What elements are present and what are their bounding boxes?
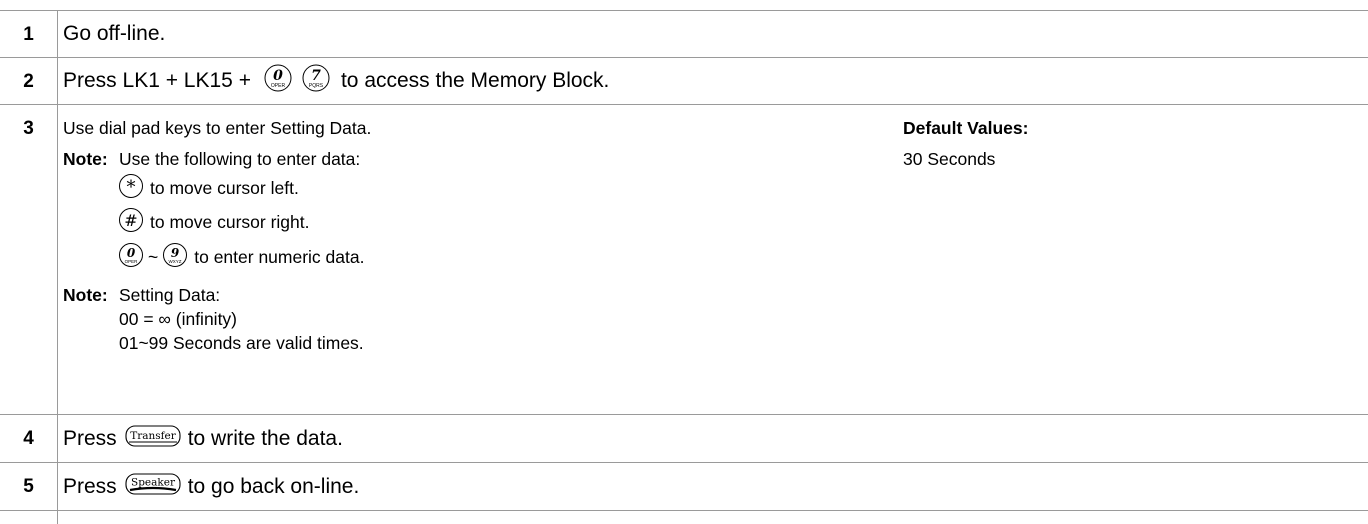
step-number: 3 [23,118,34,139]
note-label: Note: [63,285,108,305]
svg-text:OPER: OPER [125,259,139,264]
step-5-row: Press Speaker to go back on-line. [63,472,359,502]
dial-key-icon: 9 WXYZ [162,242,188,273]
step-number: 4 [23,428,34,449]
star-key-icon: * [118,173,144,204]
svg-text:WXYZ: WXYZ [169,259,182,264]
step-number: 2 [23,71,34,92]
note1-text: Use the following to enter data: [119,149,361,169]
speaker-key-icon: Speaker [125,472,181,502]
note2-text: Setting Data: [119,285,221,305]
dial-key-icon: 0 OPER [118,242,144,273]
step-2-post: to access the Memory Block. [340,69,610,92]
hash-row: # to move cursor right. [118,207,310,238]
range-row: 0 OPER ~ 9 WXYZ to enter numeric data. [118,242,364,273]
svg-text:0: 0 [127,246,136,260]
svg-text:Transfer: Transfer [130,430,177,442]
svg-text:OPER: OPER [271,83,286,89]
default-values-label: Default Values: [903,118,1029,138]
svg-text:PQRS: PQRS [309,83,324,89]
column-divider [57,10,58,524]
transfer-key-icon: Transfer [125,424,181,454]
hash-key-icon: # [118,207,144,238]
svg-text:0: 0 [273,68,283,84]
svg-text:Speaker: Speaker [131,477,176,489]
step-2-row: Press LK1 + LK15 + 0 OPER 7 PQRS to acce… [63,63,610,99]
svg-text:9: 9 [171,246,180,260]
note-label: Note: [63,149,108,169]
dial-key-icon: 0 OPER [263,63,293,99]
star-row: * to move cursor left. [118,173,299,204]
svg-text:*: * [127,177,136,198]
instruction-table: 1 Go off-line. 2 Press LK1 + LK15 + 0 OP… [0,0,1368,524]
step-1-text: Go off-line. [63,22,166,45]
row-divider [0,462,1368,463]
step-4-row: Press Transfer to write the data. [63,424,343,454]
row-divider [0,57,1368,58]
step-number: 5 [23,476,34,497]
svg-text:7: 7 [311,68,321,84]
row-divider [0,510,1368,511]
row-divider [0,414,1368,415]
dial-key-icon: 7 PQRS [301,63,331,99]
row-divider [0,104,1368,105]
setting-data-line1: 00 = ∞ (infinity) [119,309,238,329]
svg-text:#: # [124,211,137,230]
default-value: 30 Seconds [903,149,996,169]
step-2-pre: Press LK1 + LK15 + [63,69,251,92]
setting-data-line2: 01~99 Seconds are valid times. [119,333,364,353]
step-number: 1 [23,24,34,45]
step-3-line1: Use dial pad keys to enter Setting Data. [63,118,372,138]
row-divider [0,10,1368,11]
